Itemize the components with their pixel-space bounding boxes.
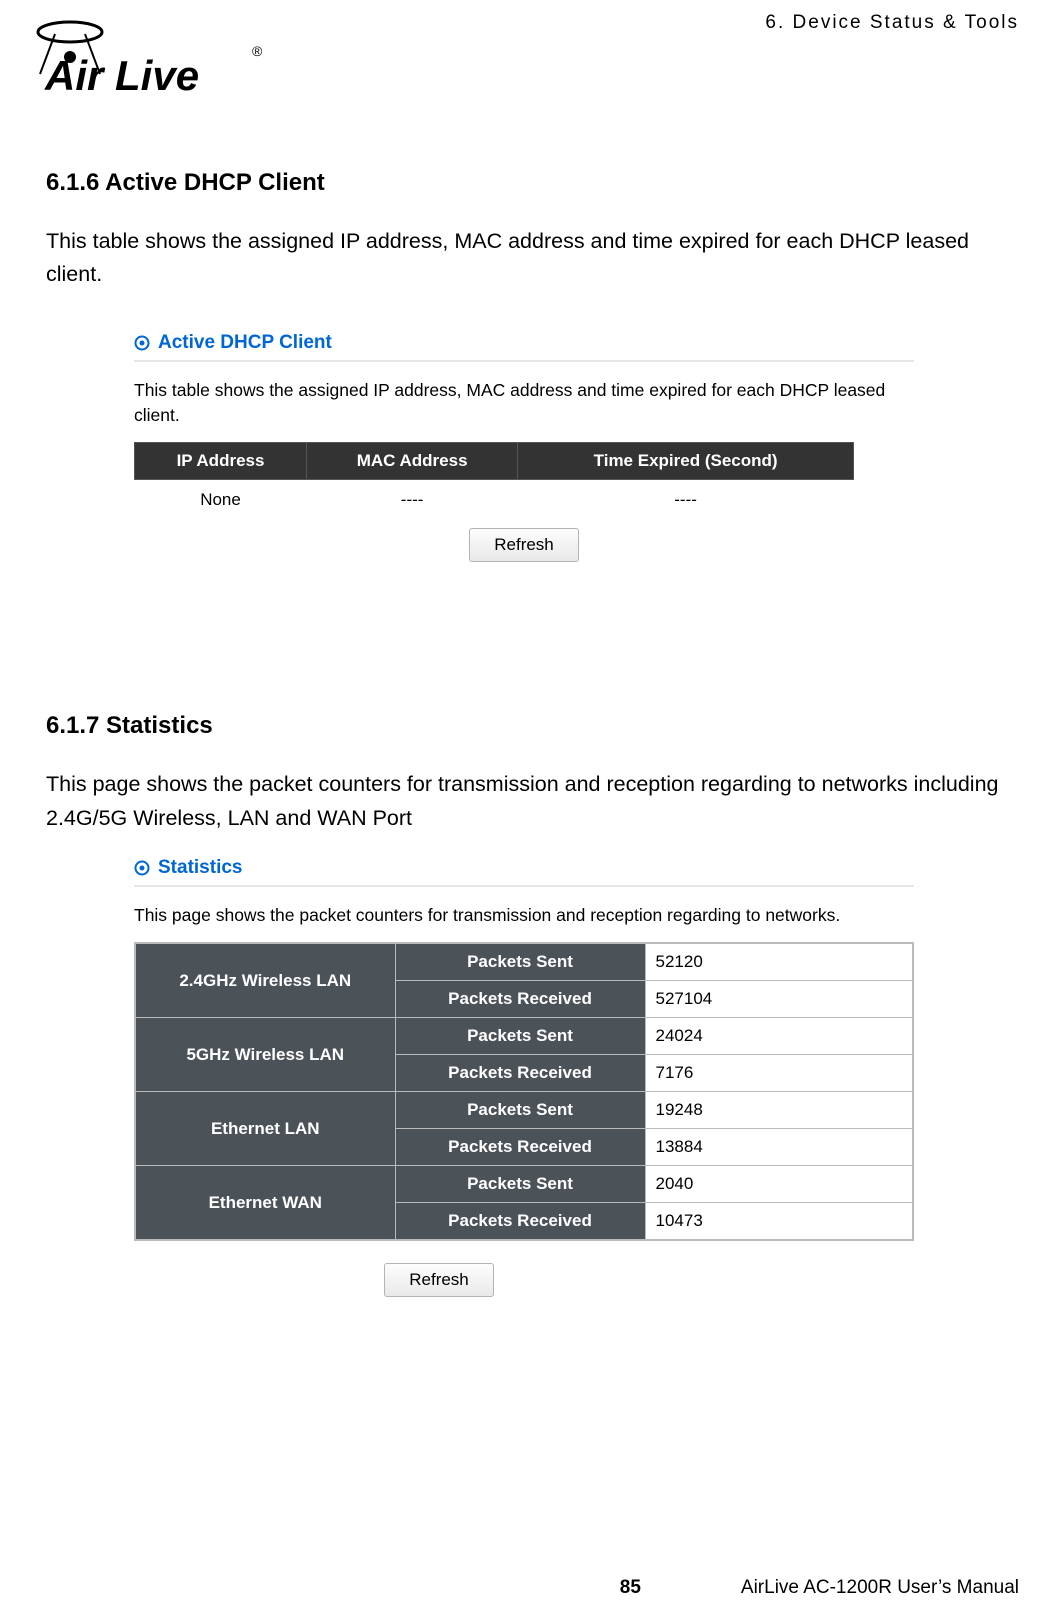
stats-screenshot: Statistics This page shows the packet co… [134,853,914,1297]
table-row: 2.4GHz Wireless LANPackets Sent52120 [135,943,913,981]
page-number: 85 [620,1577,641,1599]
stats-value: 527104 [645,981,913,1018]
section-text-stats: This page shows the packet counters for … [46,768,1019,835]
stats-row-name: Ethernet WAN [135,1166,395,1241]
dhcp-cell: ---- [518,480,854,521]
stats-value: 24024 [645,1018,913,1055]
dhcp-col-time: Time Expired (Second) [518,443,854,480]
svg-text:Air Live: Air Live [44,52,199,99]
stats-row-name: 5GHz Wireless LAN [135,1018,395,1092]
refresh-button[interactable]: Refresh [384,1263,494,1297]
dhcp-cell: None [135,480,307,521]
dhcp-cell: ---- [307,480,518,521]
section-heading-dhcp: 6.1.6 Active DHCP Client [46,169,1019,197]
dhcp-col-ip: IP Address [135,443,307,480]
stats-row-name: 2.4GHz Wireless LAN [135,943,395,1018]
table-row: 5GHz Wireless LANPackets Sent24024 [135,1018,913,1055]
stats-value: 2040 [645,1166,913,1203]
section-text-dhcp: This table shows the assigned IP address… [46,225,1019,292]
target-icon [134,860,150,876]
page-footer: 85 AirLive AC-1200R User’s Manual [0,1577,1045,1599]
panel-title-text: Statistics [158,857,242,879]
stats-metric-label: Packets Sent [395,1166,645,1203]
refresh-button[interactable]: Refresh [469,528,579,562]
stats-metric-label: Packets Sent [395,1092,645,1129]
stats-value: 19248 [645,1092,913,1129]
dhcp-table: IP Address MAC Address Time Expired (Sec… [134,442,854,520]
stats-table: 2.4GHz Wireless LANPackets Sent52120Pack… [134,942,914,1241]
stats-metric-label: Packets Received [395,1055,645,1092]
stats-metric-label: Packets Received [395,981,645,1018]
stats-value: 52120 [645,943,913,981]
table-row: Ethernet LANPackets Sent19248 [135,1092,913,1129]
dhcp-screenshot: Active DHCP Client This table shows the … [134,328,914,563]
stats-value: 13884 [645,1129,913,1166]
dhcp-panel-desc: This table shows the assigned IP address… [134,378,914,429]
chapter-heading: 6. Device Status & Tools [765,12,1019,34]
stats-panel-desc: This page shows the packet counters for … [134,903,914,928]
manual-title: AirLive AC-1200R User’s Manual [741,1577,1019,1599]
stats-row-name: Ethernet LAN [135,1092,395,1166]
svg-text:®: ® [252,43,263,59]
dhcp-col-mac: MAC Address [307,443,518,480]
panel-title-text: Active DHCP Client [158,332,332,354]
stats-value: 7176 [645,1055,913,1092]
target-icon [134,335,150,351]
stats-metric-label: Packets Received [395,1129,645,1166]
stats-value: 10473 [645,1203,913,1241]
table-row: None ---- ---- [135,480,854,521]
section-heading-stats: 6.1.7 Statistics [46,712,1019,740]
stats-metric-label: Packets Sent [395,1018,645,1055]
stats-metric-label: Packets Sent [395,943,645,981]
brand-logo: Air Live ® [20,12,280,107]
stats-metric-label: Packets Received [395,1203,645,1241]
table-row: Ethernet WANPackets Sent2040 [135,1166,913,1203]
